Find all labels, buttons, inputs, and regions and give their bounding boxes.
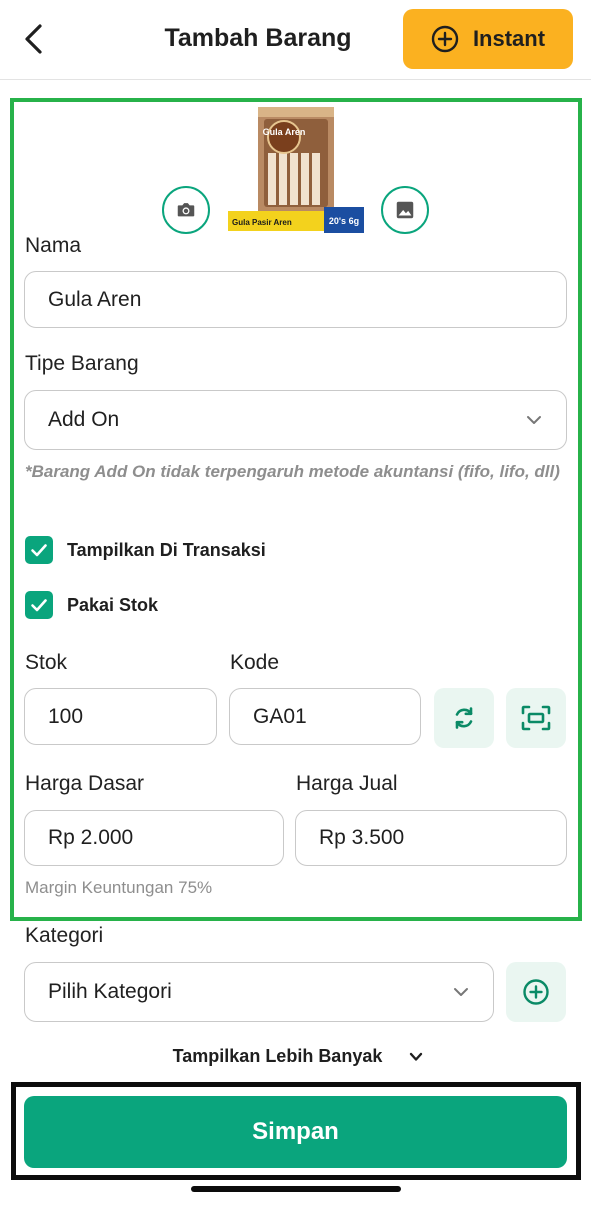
- pack-subtitle-text: Gula Pasir Aren: [232, 218, 292, 227]
- show-more-toggle[interactable]: Tampilkan Lebih Banyak: [0, 1046, 591, 1067]
- kategori-select[interactable]: Pilih Kategori: [24, 962, 494, 1022]
- checkbox-label: Tampilkan Di Transaksi: [67, 539, 266, 560]
- chevron-down-icon: [410, 1052, 423, 1061]
- checkbox-checked[interactable]: [25, 536, 53, 564]
- pack-size-badge: 20's 6g: [329, 216, 359, 226]
- plus-circle-icon: [431, 25, 459, 53]
- nama-value: Gula Aren: [48, 287, 142, 311]
- checkbox-label: Pakai Stok: [67, 594, 159, 615]
- kode-value: GA01: [253, 704, 307, 728]
- plus-circle-icon: [523, 979, 549, 1005]
- kategori-label: Kategori: [25, 924, 104, 947]
- save-label: Simpan: [252, 1118, 339, 1145]
- home-indicator: [191, 1186, 401, 1192]
- add-kategori-button[interactable]: [506, 962, 566, 1022]
- tipe-barang-note: *Barang Add On tidak terpengaruh metode …: [25, 462, 560, 481]
- chevron-down-icon: [527, 416, 541, 424]
- margin-text: Margin Keuntungan 75%: [25, 878, 213, 897]
- tipe-barang-label: Tipe Barang: [25, 352, 139, 375]
- harga-jual-label: Harga Jual: [296, 772, 398, 795]
- harga-jual-value: Rp 3.500: [319, 826, 405, 849]
- check-icon: [31, 599, 47, 612]
- camera-icon: [177, 203, 195, 217]
- harga-dasar-input[interactable]: Rp 2.000: [24, 810, 284, 866]
- tipe-barang-select[interactable]: Add On: [24, 390, 567, 450]
- checkbox-pakai-stok[interactable]: Pakai Stok: [25, 591, 158, 619]
- pack-brand-text: Gula Aren: [263, 127, 306, 137]
- harga-dasar-label: Harga Dasar: [25, 772, 145, 795]
- nama-label: Nama: [25, 234, 82, 257]
- check-icon: [31, 544, 47, 557]
- stok-value: 100: [48, 704, 84, 728]
- nama-input[interactable]: Gula Aren: [24, 271, 567, 328]
- camera-button[interactable]: [162, 186, 210, 234]
- kode-label: Kode: [230, 651, 280, 674]
- stok-input[interactable]: 100: [24, 688, 217, 745]
- gallery-button[interactable]: [381, 186, 429, 234]
- product-image[interactable]: Gula Aren Gula Pasir Aren 20's 6g: [228, 103, 364, 235]
- tipe-barang-value: Add On: [48, 408, 120, 431]
- harga-jual-input[interactable]: Rp 3.500: [295, 810, 567, 866]
- kode-input[interactable]: GA01: [229, 688, 421, 745]
- chevron-down-icon: [454, 988, 468, 996]
- checkbox-checked[interactable]: [25, 591, 53, 619]
- instant-label: Instant: [472, 26, 546, 51]
- kategori-placeholder: Pilih Kategori: [48, 980, 172, 1003]
- refresh-icon: [455, 707, 473, 729]
- scan-barcode-button[interactable]: [506, 688, 566, 748]
- harga-dasar-value: Rp 2.000: [48, 826, 134, 849]
- save-button[interactable]: Simpan: [24, 1096, 567, 1168]
- scan-icon: [521, 705, 551, 731]
- generate-code-button[interactable]: [434, 688, 494, 748]
- show-more-label: Tampilkan Lebih Banyak: [172, 1046, 383, 1066]
- checkbox-tampilkan-di-transaksi[interactable]: Tampilkan Di Transaksi: [25, 536, 266, 564]
- stok-label: Stok: [25, 651, 68, 674]
- app-header: Tambah Barang Instant: [0, 0, 591, 80]
- instant-button[interactable]: Instant: [403, 9, 573, 69]
- image-icon: [396, 201, 414, 219]
